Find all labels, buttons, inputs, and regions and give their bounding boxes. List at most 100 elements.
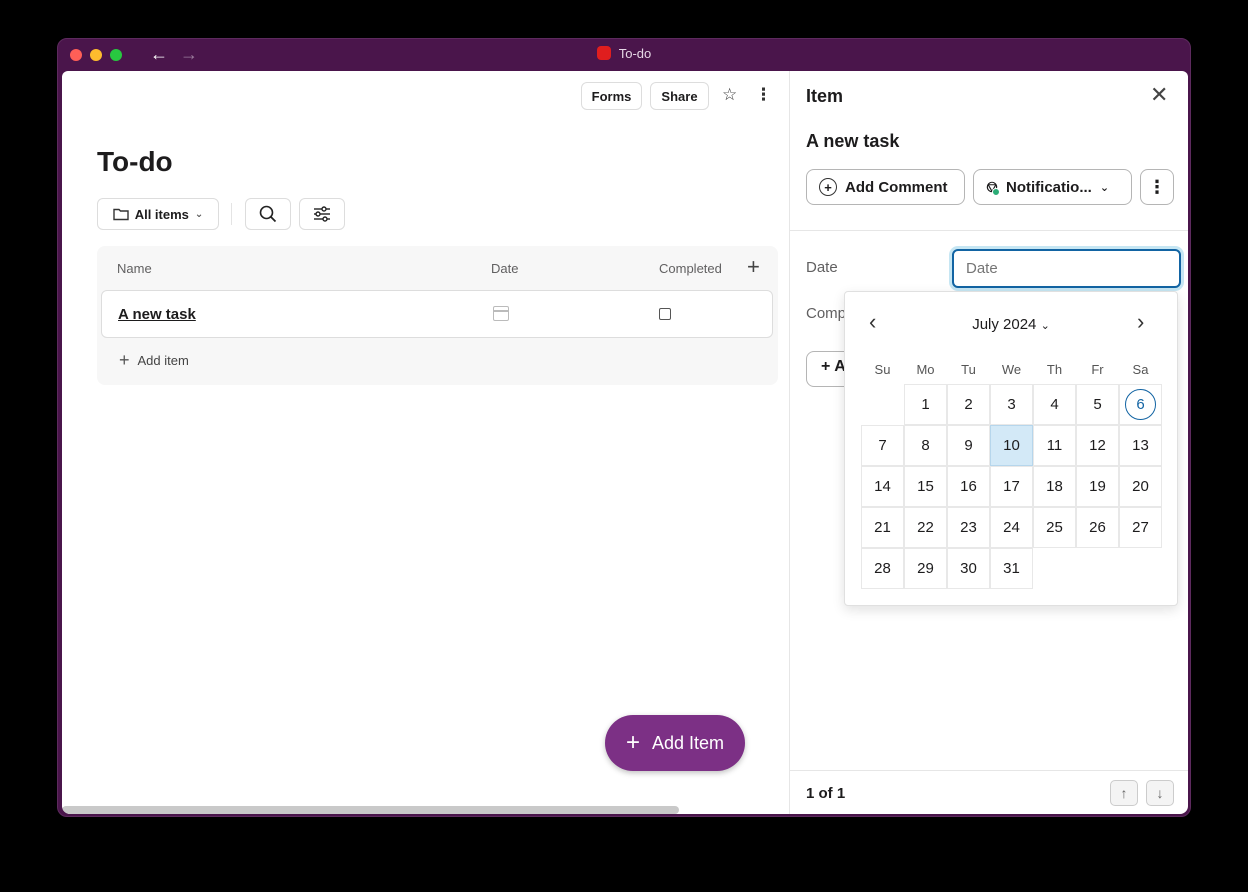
calendar-day[interactable]: 13 [1119,425,1162,466]
date-field[interactable] [952,249,1181,288]
chevron-down-icon: ⌄ [1099,181,1110,194]
calendar-day[interactable]: 28 [861,548,904,589]
plus-icon: + [625,729,640,756]
calendar-day[interactable]: 3 [990,384,1033,425]
calendar-day[interactable]: 29 [904,548,947,589]
calendar-day[interactable]: 25 [1033,507,1076,548]
weekday-header: Fr [1091,362,1104,377]
panel-title: Item [806,86,844,106]
forms-button[interactable]: Forms [581,82,642,110]
calendar-day[interactable]: 30 [947,548,990,589]
kebab-icon: ⋮ [1148,176,1166,197]
calendar-day-label: 9 [964,437,973,454]
calendar-day-label: 22 [917,519,934,536]
calendar-day-label: 17 [1003,478,1020,495]
calendar-day[interactable]: 21 [861,507,904,548]
window-title: To-do [58,46,1190,61]
app-content: Forms Share ☆ ⋮ To-do All items ⌄ Name D… [62,71,1188,814]
more-options-button[interactable]: ⋮ [1140,169,1174,205]
calendar-day-label: 20 [1132,478,1149,495]
calendar-day-label: 15 [917,478,934,495]
calendar-day[interactable]: 5 [1076,384,1119,425]
plus-icon: + [119,350,130,370]
panel-divider [790,230,1188,231]
item-title: A new task [806,131,900,151]
weekday-header: Sa [1132,362,1149,377]
table-row[interactable]: A new task [101,290,773,338]
calendar-day[interactable]: 4 [1033,384,1076,425]
calendar-day[interactable]: 12 [1076,425,1119,466]
calendar-icon[interactable] [493,306,509,321]
calendar-day-label: 13 [1132,437,1149,454]
weekday-header: Mo [916,362,935,377]
calendar-day-label: 7 [878,437,887,454]
status-dot [992,187,1001,196]
kebab-icon[interactable]: ⋮ [755,85,772,105]
star-icon[interactable]: ☆ [722,85,737,105]
calendar-day[interactable]: 11 [1033,425,1076,466]
calendar-day[interactable]: 6 [1119,384,1162,425]
calendar-day[interactable]: 14 [861,466,904,507]
sliders-icon [314,206,330,222]
calendar-day[interactable]: 15 [904,466,947,507]
footer-divider [790,770,1188,771]
calendar-day-label: 16 [960,478,977,495]
calendar-day[interactable]: 27 [1119,507,1162,548]
calendar-day[interactable]: 2 [947,384,990,425]
add-item-label: Add item [137,353,189,368]
calendar-day[interactable]: 10 [990,425,1033,466]
horizontal-scrollbar[interactable] [62,806,679,814]
calendar-day[interactable]: 23 [947,507,990,548]
view-filter-label: All items [134,206,189,222]
calendar-day[interactable]: 26 [1076,507,1119,548]
next-item-button[interactable]: ↓ [1146,780,1174,806]
calendar-day-label: 12 [1089,437,1106,454]
calendar-day[interactable]: 24 [990,507,1033,548]
arrow-down-icon: ↓ [1156,785,1164,801]
toolbar-divider [231,203,232,225]
add-comment-button[interactable]: + Add Comment [806,169,965,205]
chevron-right-icon[interactable]: › [1137,309,1144,335]
calendar-day[interactable]: 8 [904,425,947,466]
calendar-day-label: 4 [1050,396,1059,413]
weekday-header: Tu [961,362,976,377]
calendar-day-label: 8 [921,437,930,454]
add-item-row-button[interactable]: + Add item [119,350,189,371]
calendar-day-label: 28 [874,560,891,577]
filter-settings-button[interactable] [299,198,345,230]
calendar-day-label: 3 [1007,396,1016,413]
calendar-day-label: 1 [921,396,930,413]
calendar-day[interactable]: 1 [904,384,947,425]
add-item-fab[interactable]: + Add Item [605,715,745,771]
calendar-day[interactable]: 18 [1033,466,1076,507]
notifications-label: Notificatio... [1006,178,1092,196]
date-picker-popover: ‹ July 2024 ⌄ › Su Mo Tu We Th Fr Sa 1 2 3 4 5 6 7 8 9 1… [844,291,1178,606]
calendar-day-label: 2 [964,396,973,413]
calendar-day[interactable]: 9 [947,425,990,466]
search-button[interactable] [245,198,291,230]
share-button[interactable]: Share [650,82,709,110]
calendar-day[interactable]: 22 [904,507,947,548]
search-icon [259,205,277,223]
previous-item-button[interactable]: ↑ [1110,780,1138,806]
calendar-day[interactable]: 31 [990,548,1033,589]
calendar-day[interactable]: 7 [861,425,904,466]
close-icon[interactable]: ✕ [1150,82,1168,108]
calendar-day-label: 11 [1046,437,1063,454]
column-header-name[interactable]: Name [117,261,152,276]
column-header-date[interactable]: Date [491,261,518,276]
add-column-icon[interactable]: + [747,254,760,280]
row-name-link[interactable]: A new task [118,306,196,323]
calendar-day[interactable]: 16 [947,466,990,507]
weekday-header: We [1001,362,1022,377]
month-selector[interactable]: July 2024 ⌄ [845,316,1177,333]
app-window: ← → To-do Forms Share ☆ ⋮ To-do All item… [57,38,1191,817]
calendar-day[interactable]: 17 [990,466,1033,507]
view-filter-dropdown[interactable]: All items ⌄ [97,198,219,230]
notifications-dropdown[interactable]: ⎊ Notificatio... ⌄ [973,169,1132,205]
completed-checkbox[interactable] [659,308,671,320]
calendar-day[interactable]: 20 [1119,466,1162,507]
calendar-day[interactable]: 19 [1076,466,1119,507]
column-header-completed[interactable]: Completed [659,261,722,276]
page-title: To-do [97,146,173,177]
